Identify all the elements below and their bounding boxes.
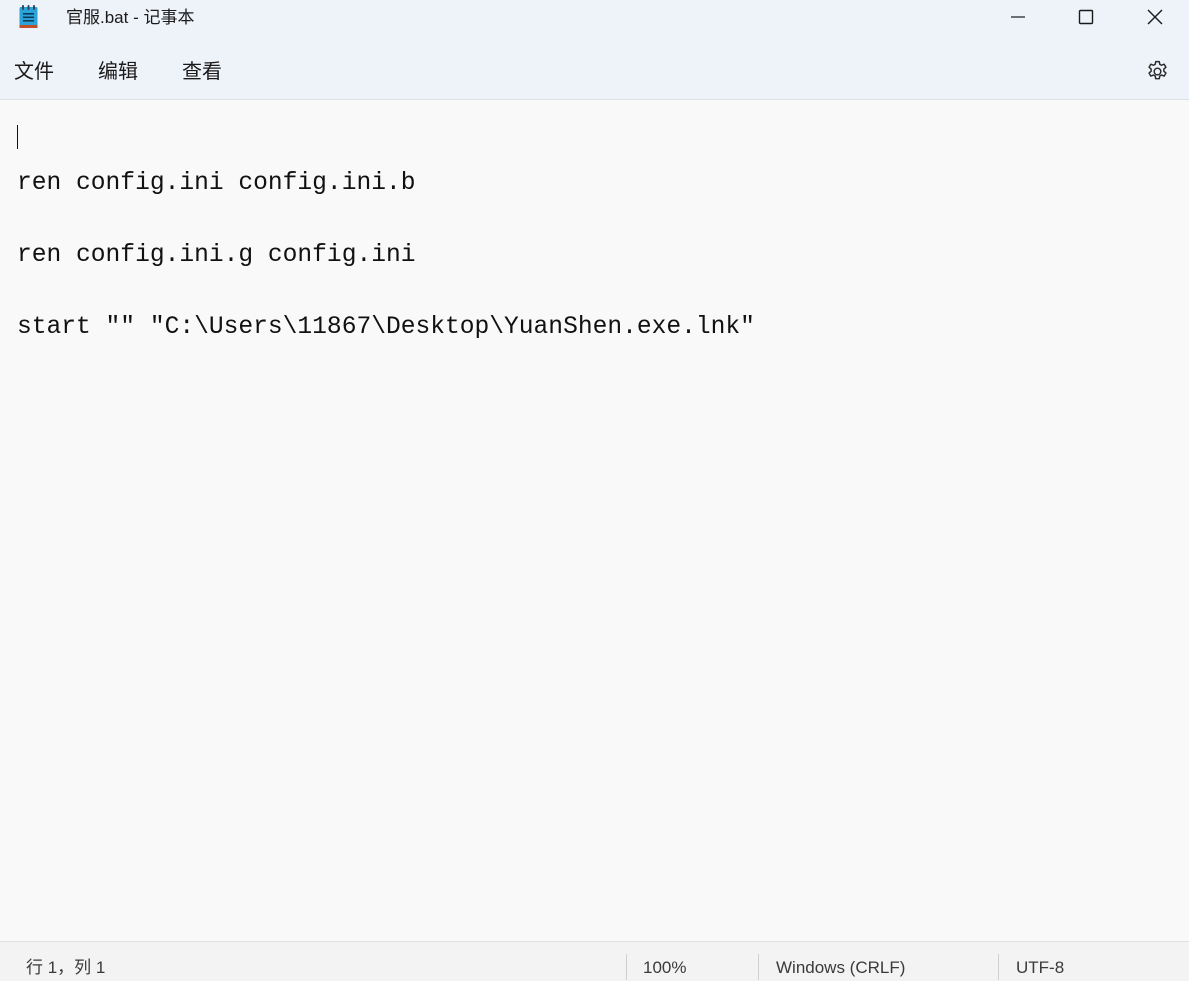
line-ending[interactable]: Windows (CRLF) [776,957,905,979]
text-editor[interactable]: ren config.ini config.ini.b ren config.i… [0,101,1189,941]
menu-file[interactable]: 文件 [14,59,54,85]
editor-line: start "" "C:\Users\11867\Desktop\YuanShe… [17,314,755,341]
status-divider [626,954,627,980]
notepad-icon [19,5,38,29]
cursor-position: 行 1，列 1 [26,958,106,977]
zoom-level[interactable]: 100% [643,957,686,979]
window-title: 官服.bat - 记事本 [66,8,195,27]
close-button[interactable] [1121,0,1189,34]
maximize-button[interactable] [1052,0,1120,34]
notepad-window: 官服.bat - 记事本 文件 编辑 查看 ren config.ini con… [0,0,1189,981]
title-bar[interactable]: 官服.bat - 记事本 [0,0,1189,36]
gear-icon[interactable] [1145,59,1170,84]
menu-view[interactable]: 查看 [182,59,222,85]
encoding[interactable]: UTF-8 [1016,957,1064,979]
menu-bar: 文件 编辑 查看 [0,36,1189,100]
editor-line: ren config.ini config.ini.b [17,170,416,197]
status-divider [758,954,759,980]
minimize-button[interactable] [984,0,1052,34]
editor-content[interactable]: ren config.ini config.ini.b ren config.i… [17,124,755,388]
text-caret [17,125,18,149]
status-bar: 行 1，列 1 100% Windows (CRLF) UTF-8 [0,941,1189,981]
menu-edit[interactable]: 编辑 [98,59,138,85]
editor-line: ren config.ini.g config.ini [17,242,416,269]
status-divider [998,954,999,980]
